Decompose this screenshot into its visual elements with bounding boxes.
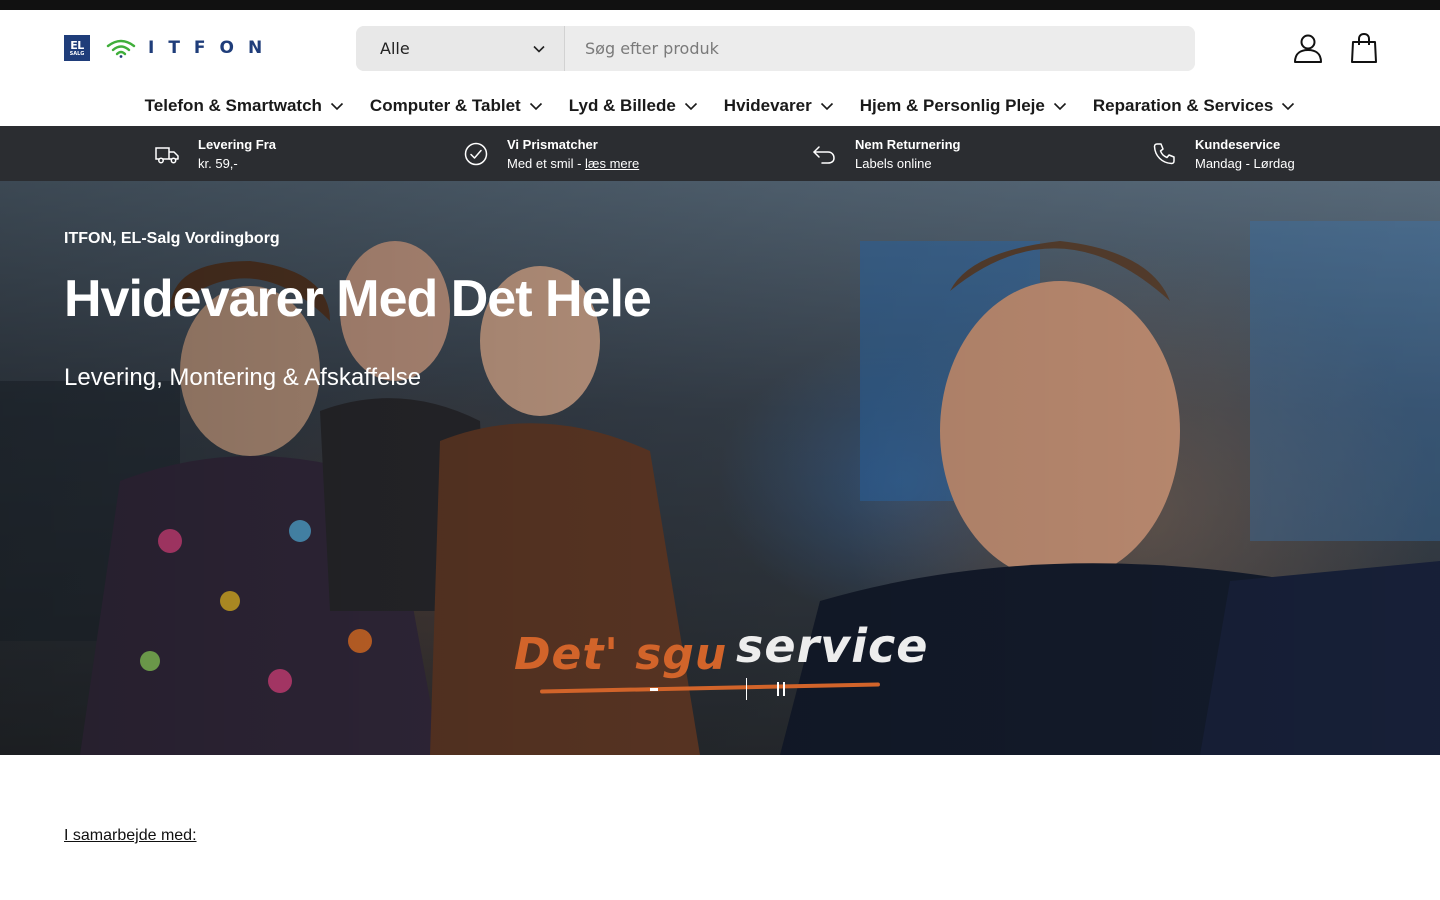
read-more-link[interactable]: læs mere: [585, 156, 639, 171]
partner-link[interactable]: I samarbejde med:: [64, 827, 197, 845]
usp-title: Kundeservice: [1195, 136, 1281, 152]
site-logo[interactable]: EL SALG ITFON: [64, 34, 276, 62]
slide-dot-1[interactable]: [650, 687, 658, 691]
main-navigation: Telefon & Smartwatch Computer & Tablet L…: [0, 94, 1440, 118]
hero-title: Hvidevarer Med Det Hele: [64, 270, 652, 328]
slogan-text-part1: Det' sgu: [514, 629, 728, 680]
slideshow-controls: [650, 678, 789, 700]
shopping-bag-icon[interactable]: [1348, 32, 1380, 64]
chevron-down-icon: [529, 102, 542, 111]
logo-wordmark: ITFON: [148, 38, 277, 58]
chevron-down-icon: [684, 102, 697, 111]
usp-item-delivery: Levering Fra kr. 59,-: [154, 126, 276, 181]
nav-item-label: Hvidevarer: [723, 96, 812, 115]
check-circle-icon: [464, 142, 488, 165]
usp-text: Labels online: [855, 155, 932, 171]
return-arrow-icon: [813, 145, 835, 164]
nav-item-computer-tablet[interactable]: Computer & Tablet: [370, 94, 543, 118]
nav-item-hjem-personlig-pleje[interactable]: Hjem & Personlig Pleje: [860, 94, 1067, 118]
usp-bar: Levering Fra kr. 59,- Vi Prismatcher Med…: [0, 126, 1440, 181]
chevron-down-icon: [1053, 102, 1066, 111]
nav-item-telefon-smartwatch[interactable]: Telefon & Smartwatch: [145, 94, 344, 118]
usp-title: Nem Returnering: [855, 136, 961, 152]
chevron-down-icon: [533, 45, 545, 53]
usp-item-returns: Nem Returnering Labels online: [811, 126, 960, 181]
pause-icon[interactable]: [777, 682, 789, 696]
nav-item-label: Lyd & Billede: [568, 96, 676, 115]
nav-item-hvidevarer[interactable]: Hvidevarer: [724, 94, 834, 118]
slide-progress-divider: [746, 678, 747, 700]
logo-badge-el: EL: [70, 38, 84, 52]
usp-text: Med et smil - læs mere: [507, 154, 639, 173]
nav-item-label: Computer & Tablet: [369, 96, 521, 115]
search-category-select[interactable]: Alle: [356, 26, 565, 71]
search-category-value: Alle: [380, 39, 410, 58]
usp-text: kr. 59,-: [198, 155, 238, 171]
hero-eyebrow: ITFON, EL-Salg Vordingborg: [64, 230, 280, 247]
usp-text: Mandag - Lørdag: [1195, 155, 1295, 171]
hero-slideshow[interactable]: ITFON, EL-Salg Vordingborg Hvidevarer Me…: [0, 181, 1440, 755]
truck-icon: [155, 146, 179, 163]
phone-icon: [1153, 142, 1175, 164]
nav-item-label: Hjem & Personlig Pleje: [859, 96, 1045, 115]
usp-item-price-match: Vi Prismatcher Med et smil - læs mere: [463, 126, 639, 181]
chevron-down-icon: [330, 102, 343, 111]
usp-title: Levering Fra: [198, 136, 277, 152]
chevron-down-icon: [1282, 102, 1295, 111]
search-bar: Alle: [356, 26, 1195, 71]
nav-item-label: Telefon & Smartwatch: [144, 96, 322, 115]
nav-item-label: Reparation & Services: [1092, 96, 1274, 115]
chevron-down-icon: [820, 102, 833, 111]
top-strip: [0, 0, 1440, 10]
usp-item-customer-service: Kundeservice Mandag - Lørdag: [1151, 126, 1295, 181]
search-input[interactable]: [565, 26, 1195, 71]
usp-title: Vi Prismatcher: [507, 136, 598, 152]
user-icon[interactable]: [1292, 32, 1324, 64]
usp-text-prefix: Med et smil -: [507, 155, 586, 171]
nav-item-lyd-billede[interactable]: Lyd & Billede: [569, 94, 698, 118]
slogan-text-part2: service: [736, 619, 929, 673]
nav-item-reparation-services[interactable]: Reparation & Services: [1093, 94, 1295, 118]
site-header: EL SALG ITFON Alle Telefon & Smartwatch: [0, 10, 1440, 126]
wifi-icon: [106, 39, 136, 58]
el-salg-logo-badge: EL SALG: [64, 35, 90, 61]
logo-badge-salg: SALG: [69, 50, 85, 57]
hero-subtitle: Levering, Montering & Afskaffelse: [64, 364, 422, 391]
